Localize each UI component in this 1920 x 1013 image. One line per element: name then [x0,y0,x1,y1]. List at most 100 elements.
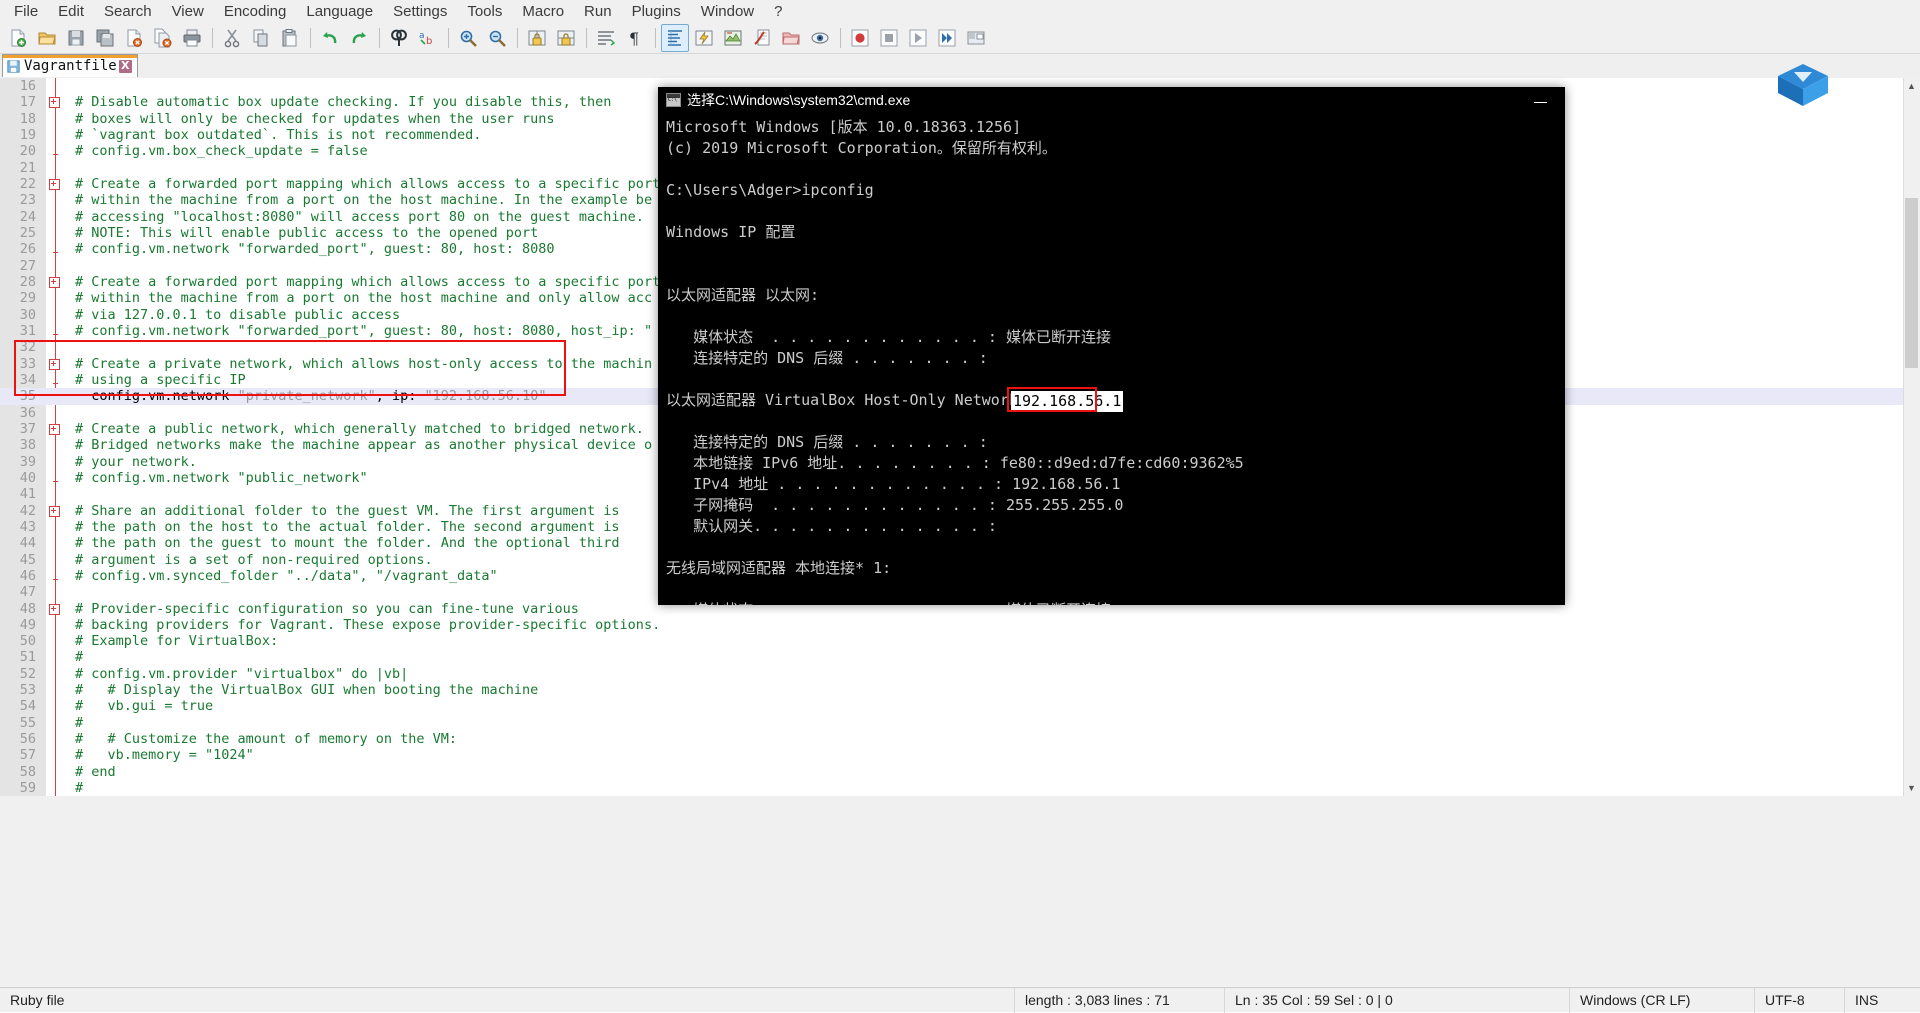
tab-vagrantfile[interactable]: Vagrantfile X [2,54,138,77]
cmd-output-line: C:\Users\Adger>ipconfig [666,181,874,199]
indent-guide-icon[interactable] [661,23,689,52]
code-line[interactable]: 58 # end [0,764,1920,780]
new-file-icon[interactable] [4,24,32,52]
code-line-text: # within the machine from a port on the … [75,290,653,307]
menu-item-encoding[interactable]: Encoding [214,1,297,22]
fold-toggle-icon[interactable] [49,423,60,435]
cmd-output-line [666,306,1565,327]
code-line[interactable]: 50 # Example for VirtualBox: [0,633,1920,649]
fold-toggle-icon[interactable] [49,276,60,288]
scrollbar-thumb[interactable] [1905,198,1918,368]
code-line-text: # NOTE: This will enable public access t… [75,224,539,241]
show-all-chars-icon[interactable]: ¶ [621,24,649,52]
line-number: 17 [19,94,36,111]
fold-toggle-icon[interactable] [49,603,60,615]
code-line-text: # Create a forwarded port mapping which … [75,273,661,290]
menu-item-tools[interactable]: Tools [457,1,512,22]
paste-icon[interactable] [276,24,304,52]
menu-item-language[interactable]: Language [296,1,383,22]
line-number: 32 [19,339,36,356]
code-line[interactable]: 51 # [0,649,1920,665]
word-wrap-icon[interactable] [592,24,620,52]
code-line-text: # Create a forwarded port mapping which … [75,175,661,192]
menu-item-plugins[interactable]: Plugins [622,1,691,22]
code-line[interactable]: 53 # # Display the VirtualBox GUI when bo… [0,682,1920,698]
code-line[interactable]: 49 # backing providers for Vagrant. These… [0,617,1920,633]
code-line-text: # config.vm.provider "virtualbox" do |vb… [75,665,409,682]
zoom-in-icon[interactable] [454,24,482,52]
svg-text:a: a [419,31,425,41]
cmd-output-line [666,579,1565,600]
code-line[interactable]: 56 # # Customize the amount of memory on … [0,731,1920,747]
line-number: 48 [19,600,36,617]
macro-save-icon[interactable] [962,24,990,52]
line-number: 36 [19,404,36,421]
line-number: 34 [19,371,36,388]
toolbar-separator [517,27,518,48]
minimize-button[interactable] [1525,91,1555,109]
redo-icon[interactable] [345,24,373,52]
status-insert-mode: INS [1855,992,1879,1008]
menu-item-file[interactable]: File [4,1,48,22]
cmd-window[interactable]: 选择C:\Windows\system32\cmd.exe Microsoft … [658,87,1565,605]
scroll-down-arrow-icon[interactable]: ▼ [1905,781,1918,795]
save-all-icon[interactable] [91,24,119,52]
undo-icon[interactable] [316,24,344,52]
code-line-text: # boxes will only be checked for updates… [75,110,555,127]
cut-icon[interactable] [218,24,246,52]
code-line-text: config.vm.network "private_network", ip:… [91,388,547,405]
line-number: 49 [19,616,36,633]
saved-file-icon [7,59,20,73]
sync-vertical-scroll-icon[interactable] [523,24,551,52]
sync-horizontal-scroll-icon[interactable] [552,24,580,52]
document-map-icon[interactable] [719,24,747,52]
open-file-icon[interactable] [33,24,61,52]
code-line[interactable]: 59 # [0,780,1920,796]
folder-as-workspace-icon[interactable] [777,24,805,52]
code-line-text: # argument is a set of non-required opti… [75,551,433,568]
zoom-out-icon[interactable] [483,24,511,52]
replace-icon[interactable]: a b [414,24,442,52]
code-line[interactable]: 57 # vb.memory = "1024" [0,747,1920,763]
editor-vertical-scrollbar[interactable]: ▲ ▼ [1903,78,1920,796]
scroll-up-arrow-icon[interactable]: ▲ [1905,79,1918,93]
close-all-icon[interactable] [149,24,177,52]
menu-item-help[interactable]: ? [764,1,792,22]
cmd-title-bar[interactable]: 选择C:\Windows\system32\cmd.exe [658,87,1565,113]
menu-item-settings[interactable]: Settings [383,1,457,22]
macro-stop-icon[interactable] [875,24,903,52]
code-line[interactable]: 54 # vb.gui = true [0,698,1920,714]
function-list-icon[interactable] [748,24,776,52]
copy-icon[interactable] [247,24,275,52]
fold-toggle-icon[interactable] [49,505,60,517]
cmd-output-line: IPv4 地址 . . . . . . . . . . . . : 192.16… [666,475,1121,493]
macro-play-icon[interactable] [904,24,932,52]
notepadpp-window: File Edit Search View Encoding Language … [0,0,1920,1013]
menu-item-search[interactable]: Search [94,1,162,22]
fold-toggle-icon[interactable] [49,358,60,370]
save-icon[interactable] [62,24,90,52]
menu-item-view[interactable]: View [162,1,214,22]
menu-item-run[interactable]: Run [574,1,622,22]
macro-record-icon[interactable] [846,24,874,52]
menu-item-edit[interactable]: Edit [48,1,94,22]
close-file-icon[interactable] [120,24,148,52]
code-line-text: # config.vm.network "public_network" [75,469,368,486]
fold-toggle-icon[interactable] [49,178,60,190]
find-icon[interactable] [385,24,413,52]
cmd-output-line [666,537,1565,558]
line-number: 55 [19,714,36,731]
print-icon[interactable] [178,24,206,52]
code-line[interactable]: 52 # config.vm.provider "virtualbox" do |… [0,666,1920,682]
code-line-text: # vb.gui = true [75,698,214,715]
user-defined-dialog-icon[interactable] [690,24,718,52]
menu-item-window[interactable]: Window [691,1,764,22]
fold-toggle-icon[interactable] [49,97,60,109]
macro-play-multiple-icon[interactable] [933,24,961,52]
code-line[interactable]: 55 # [0,715,1920,731]
menu-item-macro[interactable]: Macro [512,1,574,22]
monitoring-icon[interactable] [806,24,834,52]
line-number: 43 [19,518,36,535]
cmd-console-output[interactable]: Microsoft Windows [版本 10.0.18363.1256] (c… [658,113,1565,605]
tab-close-icon[interactable]: X [118,59,132,73]
